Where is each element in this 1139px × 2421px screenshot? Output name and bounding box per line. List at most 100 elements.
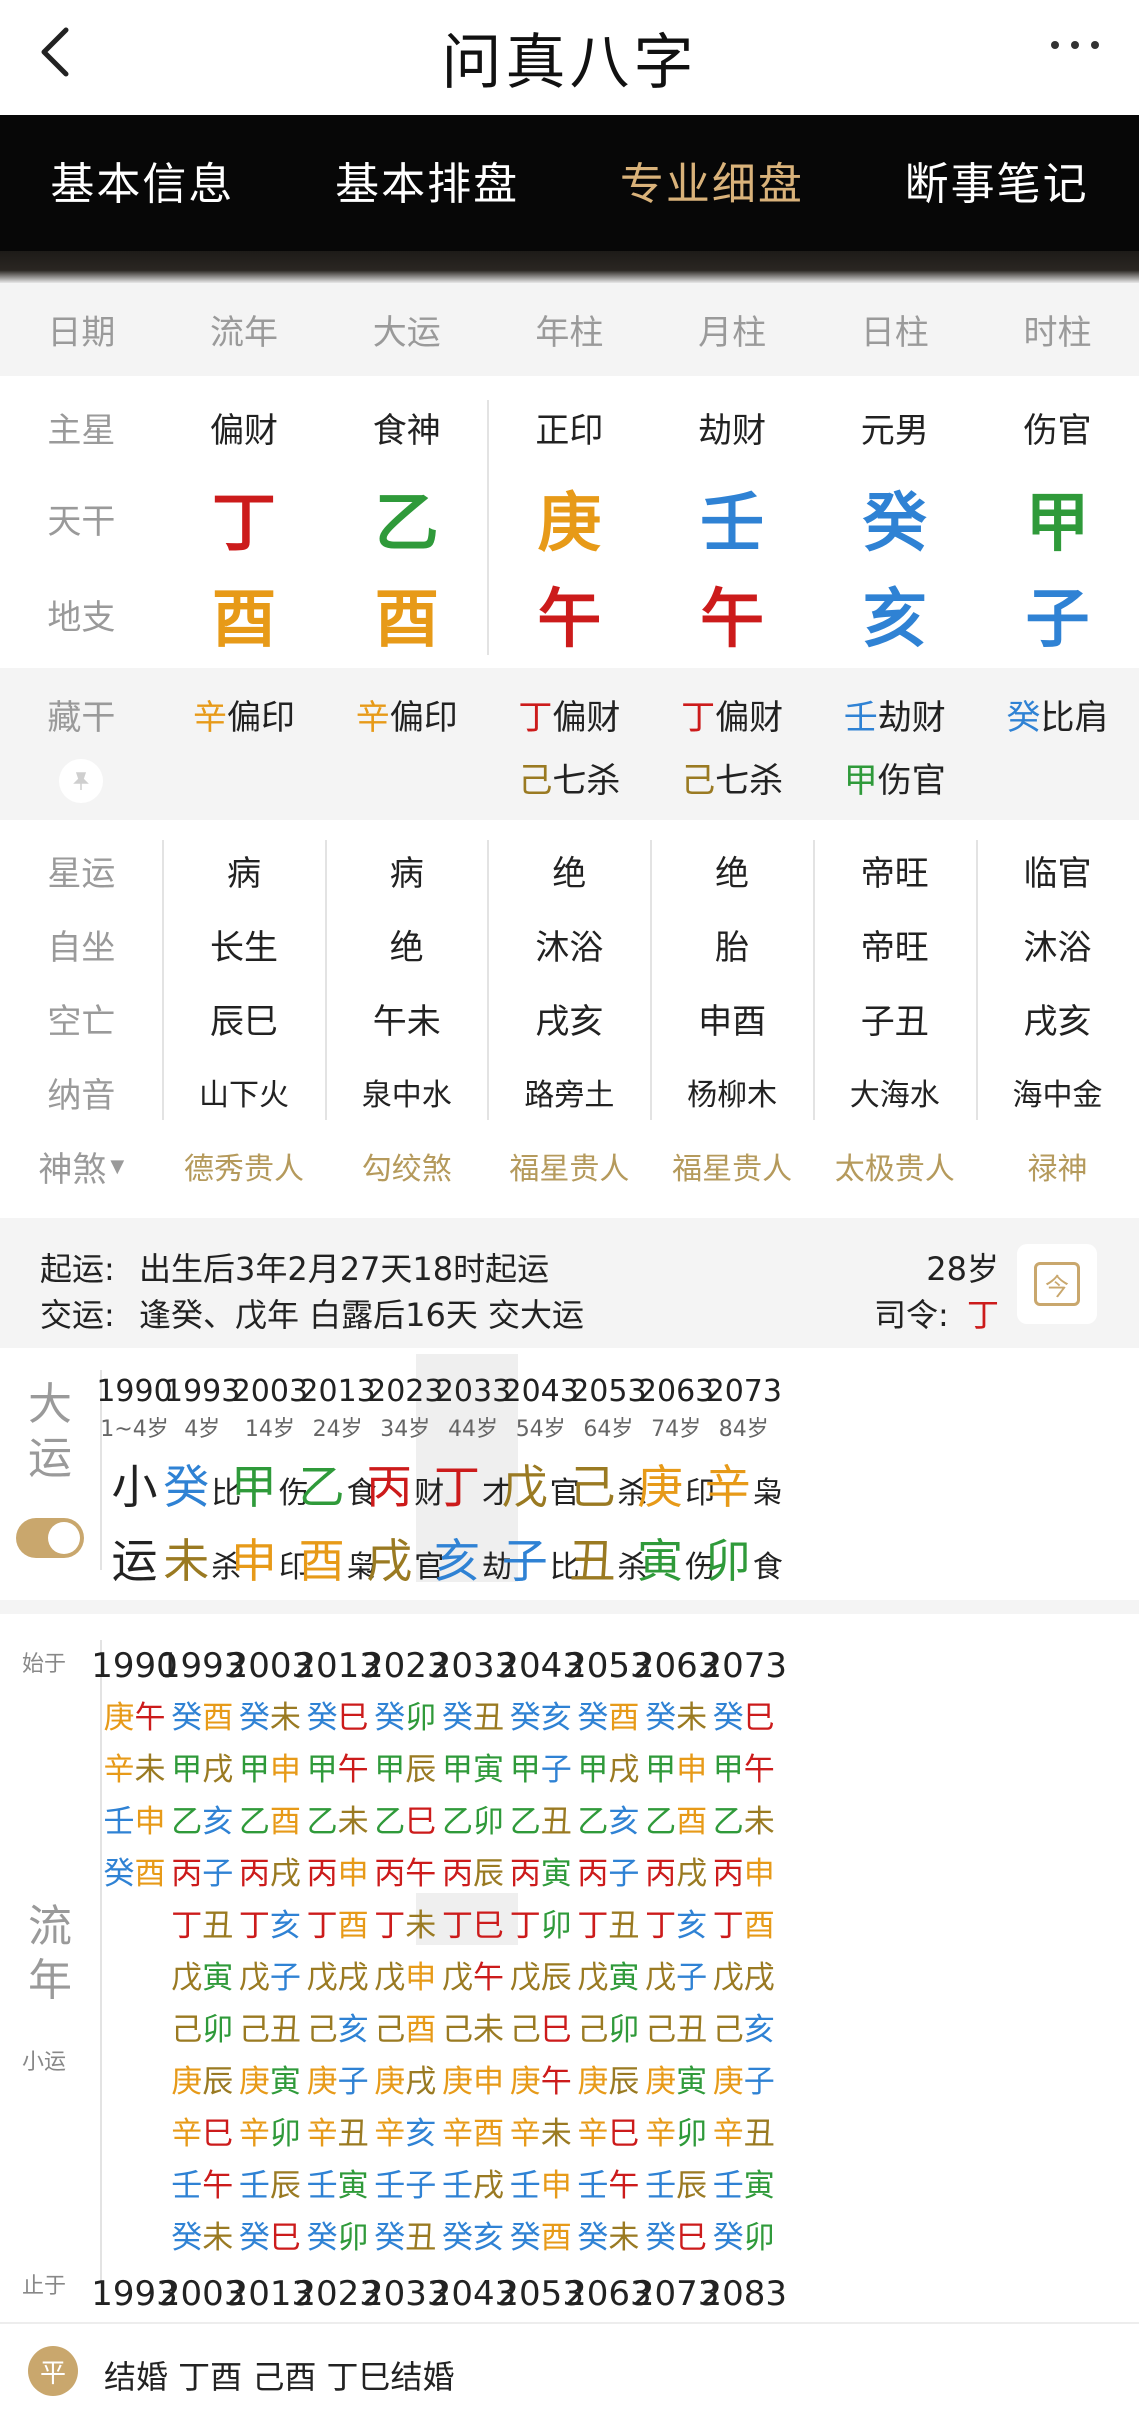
liunian-item[interactable]: 壬寅 — [692, 2160, 795, 2212]
liunian-char: 亥 — [743, 2012, 775, 2048]
qiyun-panel: 起运: 出生后3年2月27天18时起运 交运: 逢癸、戊年 白露后16天 交大运… — [0, 1218, 1139, 1348]
qiyun-line: 起运: 出生后3年2月27天18时起运 — [40, 1244, 549, 1290]
dayun-char: 己 — [569, 1460, 616, 1514]
dayun-char: 辛 — [704, 1460, 751, 1514]
liunian-char: 辛 — [509, 2116, 541, 2152]
liunian-char: 辛 — [306, 2116, 338, 2152]
liunian-char: 甲 — [577, 1752, 609, 1788]
zizuo-cell: 胎 — [715, 927, 750, 968]
shensha-cell[interactable]: 勾绞煞 — [325, 1130, 488, 1202]
dayun-toggle[interactable] — [16, 1518, 84, 1558]
liunian-char: 壬 — [103, 1804, 135, 1840]
liunian-item[interactable]: 乙未 — [692, 1796, 795, 1848]
tiangan-cell: 癸 — [862, 487, 927, 561]
pin-icon[interactable] — [59, 759, 104, 803]
shensha-cell[interactable]: 福星贵人 — [488, 1130, 651, 1202]
liunian-item[interactable]: 癸巳 — [692, 1692, 795, 1744]
liunian-char: 癸 — [306, 1700, 338, 1736]
row-label: 纳音 — [47, 1075, 116, 1116]
liunian-char: 辛 — [238, 2116, 270, 2152]
kongwang-cell: 戌亥 — [535, 1001, 604, 1042]
dizhi-cell: 午 — [700, 583, 765, 657]
dizhi-cell: 子 — [1025, 583, 1090, 657]
column-header: 年柱 — [535, 313, 604, 353]
shensha-cell[interactable]: 太极贵人 — [813, 1130, 976, 1202]
row-label: 藏干 — [47, 698, 116, 738]
liunian-char: 乙 — [238, 1804, 270, 1840]
canggan-stem: 甲 — [843, 761, 878, 801]
liunian-char: 丙 — [509, 1856, 541, 1892]
liunian-char: 庚 — [577, 2064, 609, 2100]
jiaoyun-line: 交运: 逢癸、戊年 白露后16天 交大运 — [40, 1290, 584, 1336]
dayun-column[interactable]: 2073 84岁辛枭卯食 — [692, 1350, 795, 1588]
dayun-char: 卯 — [704, 1534, 751, 1588]
dayun-label-top: 大 — [28, 1379, 72, 1430]
tab-basic-chart[interactable]: 基本排盘 — [285, 115, 570, 251]
nayin-cell: 海中金 — [1012, 1078, 1103, 1113]
row-label: 神煞 — [38, 1149, 107, 1190]
liunian-char: 壬 — [374, 2168, 406, 2204]
xingyun-row: 星运 病 病 绝 绝 帝旺 临官 — [0, 834, 1139, 906]
dayun-god: 枭 — [752, 1476, 783, 1511]
dayun-char: 子 — [501, 1534, 548, 1588]
more-options-icon[interactable] — [1047, 30, 1103, 60]
note-bar[interactable]: 平 结婚 丁酉 己酉 丁巳结婚 — [0, 2322, 1139, 2421]
tab-basic-info[interactable]: 基本信息 — [0, 115, 285, 251]
kongwang-cell: 子丑 — [860, 1001, 929, 1042]
liunian-item[interactable]: 丁酉 — [692, 1900, 795, 1952]
qiyun-label: 起运: — [40, 1250, 115, 1288]
liunian-char: 丙 — [171, 1856, 203, 1892]
liunian-char: 壬 — [171, 2168, 203, 2204]
liunian-char: 戊 — [577, 1960, 609, 1996]
liunian-char: 甲 — [442, 1752, 473, 1788]
canggan-stem: 辛 — [355, 698, 390, 738]
toggle-knob — [48, 1522, 80, 1554]
liunian-char: 辛 — [171, 2116, 203, 2152]
liunian-char: 庚 — [103, 1700, 135, 1736]
note-badge: 平 — [28, 2346, 78, 2396]
tab-professional-chart[interactable]: 专业细盘 — [570, 115, 855, 251]
liunian-label: 流 年 — [24, 1900, 76, 2008]
dayun-char: 酉 — [298, 1534, 345, 1588]
start-label: 始于 — [22, 1652, 67, 1677]
dayun-char: 丑 — [569, 1534, 616, 1588]
tab-notes[interactable]: 断事笔记 — [854, 115, 1139, 251]
liunian-item[interactable]: 庚子 — [692, 2056, 795, 2108]
main-star-cell: 正印 — [535, 410, 604, 451]
liunian-char: 庚 — [306, 2064, 338, 2100]
tiangan-row: 天干 丁 乙 庚 壬 癸 甲 — [0, 470, 1139, 566]
shensha-dropdown[interactable]: 神煞 ▼ — [0, 1130, 163, 1202]
shensha-cell[interactable]: 德秀贵人 — [163, 1130, 326, 1202]
liunian-char: 甲 — [238, 1752, 270, 1788]
liunian-char: 庚 — [374, 2064, 406, 2100]
liunian-item[interactable]: 甲午 — [692, 1744, 795, 1796]
liunian-char: 丁 — [171, 1908, 203, 1944]
canggan-god: 偏印 — [389, 698, 458, 738]
liunian-item[interactable]: 戊戌 — [692, 1952, 795, 2004]
column-header: 日期 — [47, 313, 116, 353]
zizuo-cell: 绝 — [389, 927, 424, 968]
liunian-item[interactable]: 丙申 — [692, 1848, 795, 1900]
liunian-char: 辛 — [374, 2116, 406, 2152]
liunian-item[interactable]: 癸卯 — [692, 2212, 795, 2264]
dizhi-cell: 午 — [537, 583, 602, 657]
kongwang-cell: 辰巳 — [210, 1001, 279, 1042]
dayun-char: 寅 — [637, 1534, 684, 1588]
nayin-cell: 山下火 — [199, 1078, 290, 1113]
liunian-char: 己 — [306, 2012, 338, 2048]
app-header: 问真八字 — [0, 0, 1139, 115]
liunian-item[interactable]: 己亥 — [692, 2004, 795, 2056]
shensha-cell[interactable]: 禄神 — [976, 1130, 1139, 1202]
liunian-char: 癸 — [171, 2220, 203, 2256]
liunian-char: 甲 — [509, 1752, 541, 1788]
liunian-char: 甲 — [171, 1752, 203, 1788]
calendar-button[interactable]: 今 — [1017, 1244, 1097, 1324]
canggan-cell: 辛偏印 — [356, 690, 458, 739]
liunian-char: 戊 — [306, 1960, 338, 1996]
liunian-item[interactable]: 辛丑 — [692, 2108, 795, 2160]
shensha-cell[interactable]: 福星贵人 — [651, 1130, 814, 1202]
xingyun-cell: 绝 — [715, 853, 750, 894]
liunian-char: 癸 — [577, 1700, 609, 1736]
liunian-char: 癸 — [509, 1700, 541, 1736]
liunian-start-year: 2073 — [700, 1646, 788, 1686]
